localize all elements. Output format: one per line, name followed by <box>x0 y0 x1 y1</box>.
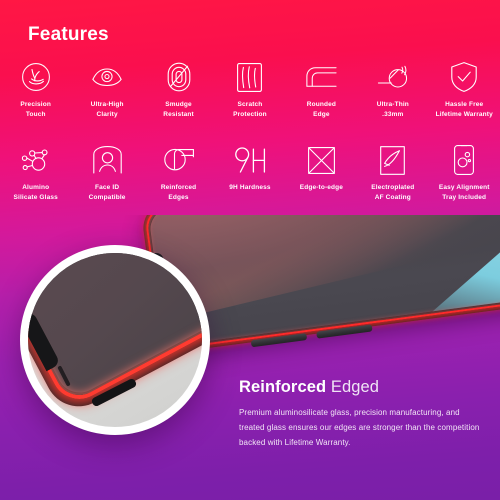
feature-row-1: Precision Touch Ultra-High Clarity Smudg… <box>0 60 500 120</box>
feature-9h-hardness: 9H Hardness <box>214 143 285 203</box>
copy-body: Premium aluminosilicate glass, precision… <box>239 408 480 447</box>
feature-label: Electroplated AF Coating <box>371 184 415 202</box>
reinforced-edges-icon <box>162 143 196 177</box>
feature-face-id: Face ID Compatible <box>71 143 142 203</box>
feature-row-2: Alumino Silicate Glass Face ID Compatibl… <box>0 143 500 203</box>
promo-infographic: Features Precision Touch Ultra-High Clar… <box>0 0 500 500</box>
feature-label: Scratch Protection <box>233 101 267 119</box>
product-photo <box>0 215 500 500</box>
copy-heading-bold: Reinforced <box>239 378 327 396</box>
molecule-icon <box>19 143 53 177</box>
edge-to-edge-icon <box>304 143 338 177</box>
feature-label: Hassle Free Lifetime Warranty <box>435 101 493 119</box>
fingerprint-smudge-icon <box>162 60 196 94</box>
feature-alignment-tray: Easy Alignment Tray Included <box>429 143 500 203</box>
rounded-edge-icon <box>304 60 338 94</box>
shield-check-icon <box>447 60 481 94</box>
feature-electroplated-coating: Electroplated AF Coating <box>357 143 428 203</box>
feature-label: Face ID Compatible <box>88 184 126 202</box>
feature-label: Ultra-Thin .33mm <box>376 101 409 119</box>
caliper-thickness-icon <box>376 60 410 94</box>
scratch-shield-icon <box>233 60 267 94</box>
copy-heading: Reinforced Edged <box>239 378 484 397</box>
feature-reinforced-edges: Reinforced Edges <box>143 143 214 203</box>
page-title: Features <box>28 24 109 45</box>
alignment-tray-icon <box>447 143 481 177</box>
feature-label: Precision Touch <box>20 101 52 119</box>
feature-precision-touch: Precision Touch <box>0 60 71 120</box>
feature-label: Easy Alignment Tray Included <box>438 184 490 202</box>
copy-block: Reinforced Edged Premium aluminosilicate… <box>239 378 484 450</box>
feature-rounded-edge: Rounded Edge <box>286 60 357 120</box>
feature-alumino-silicate-glass: Alumino Silicate Glass <box>0 143 71 203</box>
feature-smudge-resistant: Smudge Resistant <box>143 60 214 120</box>
magnifier-bubble <box>20 245 210 435</box>
feature-scratch-protection: Scratch Protection <box>214 60 285 120</box>
electroplated-coating-icon <box>376 143 410 177</box>
face-id-icon <box>90 143 124 177</box>
hardness-9h-icon <box>233 143 267 177</box>
feature-edge-to-edge: Edge-to-edge <box>286 143 357 203</box>
feature-label: Rounded Edge <box>306 101 336 119</box>
feature-label: 9H Hardness <box>229 184 271 191</box>
feature-ultra-high-clarity: Ultra-High Clarity <box>71 60 142 120</box>
feature-hassle-free-warranty: Hassle Free Lifetime Warranty <box>429 60 500 120</box>
feature-label: Reinforced Edges <box>160 184 197 202</box>
magnifier-lens <box>28 253 202 427</box>
feature-label: Edge-to-edge <box>299 184 344 191</box>
eye-clarity-icon <box>90 60 124 94</box>
precision-touch-icon <box>19 60 53 94</box>
feature-label: Alumino Silicate Glass <box>13 184 58 202</box>
feature-label: Smudge Resistant <box>163 101 194 119</box>
feature-label: Ultra-High Clarity <box>90 101 124 119</box>
feature-ultra-thin: Ultra-Thin .33mm <box>357 60 428 120</box>
copy-heading-light: Edged <box>326 378 380 396</box>
